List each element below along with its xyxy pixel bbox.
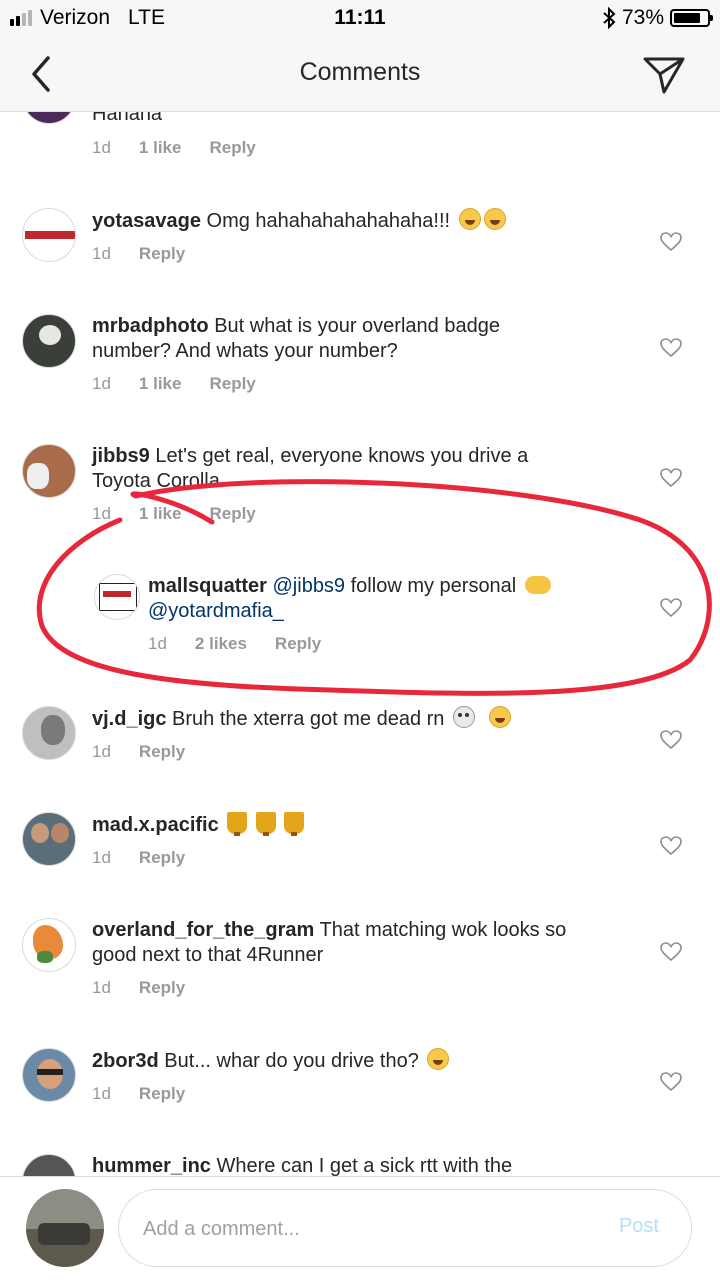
reply-button[interactable]: Reply — [209, 138, 255, 158]
laughing-emoji-icon — [488, 706, 511, 728]
comment-username[interactable]: hummer_inc — [92, 1155, 211, 1176]
like-count[interactable]: 1 like — [139, 374, 182, 394]
comment-time: 1d — [92, 1084, 111, 1103]
reply-button[interactable]: Reply — [139, 848, 185, 868]
pointing-hand-icon — [524, 576, 551, 594]
comment-text: follow my personal — [350, 575, 517, 597]
comment-time: 1d — [92, 848, 111, 867]
skull-emoji-icon — [452, 706, 475, 728]
comment-text: good next to that 4Runner — [92, 944, 324, 966]
comment-username[interactable]: 2bor3d — [92, 1050, 159, 1072]
comment-time: 1d — [148, 634, 167, 653]
heart-icon[interactable] — [660, 468, 682, 488]
avatar — [26, 1189, 104, 1267]
navigation-bar: Comments — [0, 36, 720, 112]
heart-icon[interactable] — [660, 338, 682, 358]
avatar[interactable] — [22, 1154, 76, 1176]
reply-button[interactable]: Reply — [139, 978, 185, 998]
comment-username[interactable]: mrbadphoto — [92, 315, 209, 337]
trophy-emoji-icon — [227, 812, 248, 836]
avatar[interactable] — [22, 812, 76, 866]
page-title: Comments — [299, 58, 421, 86]
laughing-emoji-icon — [483, 208, 506, 230]
comment-text: Hahaha — [92, 112, 163, 125]
comment-username[interactable]: yotasavage — [92, 210, 201, 232]
heart-icon[interactable] — [660, 1072, 682, 1092]
battery-icon — [670, 9, 713, 27]
battery-percent: 73% — [621, 6, 664, 29]
comment-list[interactable]: Hahaha 1d 1 like Reply yotasavage Omg ha… — [0, 112, 720, 1176]
comment-time: 1d — [92, 978, 111, 997]
comment-text: Toyota Corolla — [92, 470, 220, 492]
mention-link[interactable]: @jibbs9 — [273, 575, 346, 597]
reply-button[interactable]: Reply — [139, 1084, 185, 1104]
reply-button[interactable]: Reply — [275, 634, 321, 654]
mention-link[interactable]: @yotardmafia_ — [148, 600, 284, 622]
avatar[interactable] — [22, 918, 76, 972]
avatar[interactable] — [94, 574, 140, 620]
comment-text: That matching wok looks so — [319, 919, 567, 941]
trophy-emoji-icon — [255, 812, 276, 836]
comment-username[interactable]: mallsquatter — [148, 575, 267, 597]
comment-text: But... whar do you drive tho? — [164, 1050, 419, 1072]
heart-icon[interactable] — [660, 232, 682, 252]
status-bar: Verizon LTE 11:11 73% — [0, 0, 720, 36]
avatar[interactable] — [22, 706, 76, 760]
heart-icon[interactable] — [660, 836, 682, 856]
avatar[interactable] — [22, 314, 76, 368]
comment-text: Bruh the xterra got me dead rn — [172, 708, 445, 730]
like-count[interactable]: 1 like — [139, 504, 182, 524]
comment-time: 1d — [92, 742, 111, 761]
heart-icon[interactable] — [660, 942, 682, 962]
heart-icon[interactable] — [660, 730, 682, 750]
reply-button[interactable]: Reply — [209, 504, 255, 524]
heart-icon[interactable] — [660, 598, 682, 618]
laughing-emoji-icon — [427, 1048, 450, 1070]
bluetooth-icon — [603, 7, 616, 29]
comment-username[interactable]: jibbs9 — [92, 445, 150, 467]
comment-time: 1d — [92, 244, 111, 263]
avatar[interactable] — [22, 208, 76, 262]
comment-username[interactable]: overland_for_the_gram — [92, 919, 314, 941]
comment-username[interactable]: vj.d_igc — [92, 708, 166, 730]
avatar[interactable] — [22, 1048, 76, 1102]
comment-text: But what is your overland badge — [214, 315, 500, 337]
comment-time: 1d — [92, 138, 111, 157]
comment-input[interactable] — [141, 1190, 585, 1268]
laughing-emoji-icon — [458, 208, 481, 230]
reply-button[interactable]: Reply — [139, 742, 185, 762]
like-count[interactable]: 1 like — [139, 138, 182, 158]
reply-button[interactable]: Reply — [209, 374, 255, 394]
comment-text: Let's get real, everyone knows you drive… — [155, 445, 529, 467]
avatar[interactable] — [22, 444, 76, 498]
comment-text: Omg hahahahahahahaha!!! — [206, 210, 451, 232]
paper-plane-icon[interactable] — [642, 54, 686, 94]
comment-time: 1d — [92, 504, 111, 523]
like-count[interactable]: 2 likes — [195, 634, 247, 654]
comment-composer: Post — [0, 1176, 720, 1280]
avatar[interactable] — [22, 112, 76, 124]
trophy-emoji-icon — [284, 812, 305, 836]
comment-text: number? And whats your number? — [92, 340, 398, 362]
reply-button[interactable]: Reply — [139, 244, 185, 264]
comment-username[interactable]: mad.x.pacific — [92, 814, 219, 836]
comment-time: 1d — [92, 374, 111, 393]
post-button[interactable]: Post — [619, 1215, 659, 1238]
comment-input-wrapper: Post — [118, 1189, 692, 1268]
comment-text: Where can I get a sick rtt with the — [216, 1155, 513, 1176]
